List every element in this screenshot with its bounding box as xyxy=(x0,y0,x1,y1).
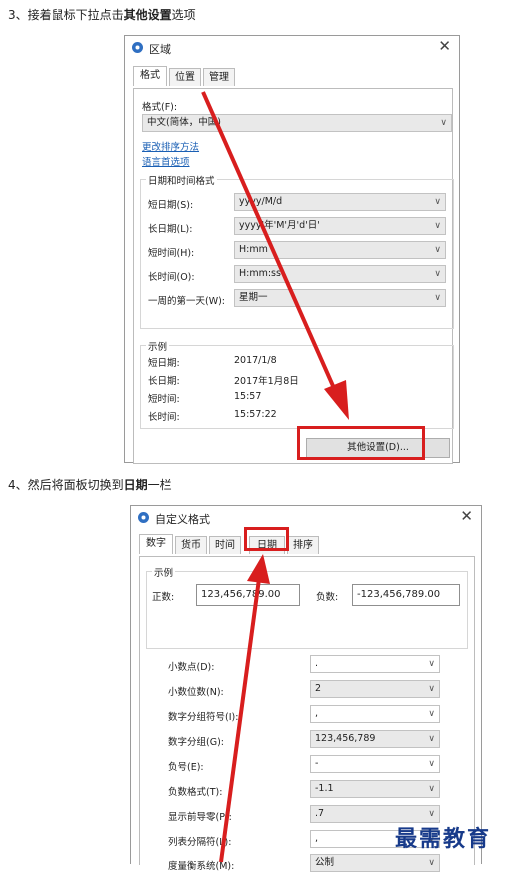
arrows-overlay xyxy=(201,91,349,863)
watermark-logo: 最需教育 xyxy=(395,826,492,852)
arrow-head-1 xyxy=(324,380,349,420)
arrow-line-2 xyxy=(219,578,261,863)
arrow-head-2 xyxy=(247,554,270,584)
arrow-line-1 xyxy=(201,91,339,396)
